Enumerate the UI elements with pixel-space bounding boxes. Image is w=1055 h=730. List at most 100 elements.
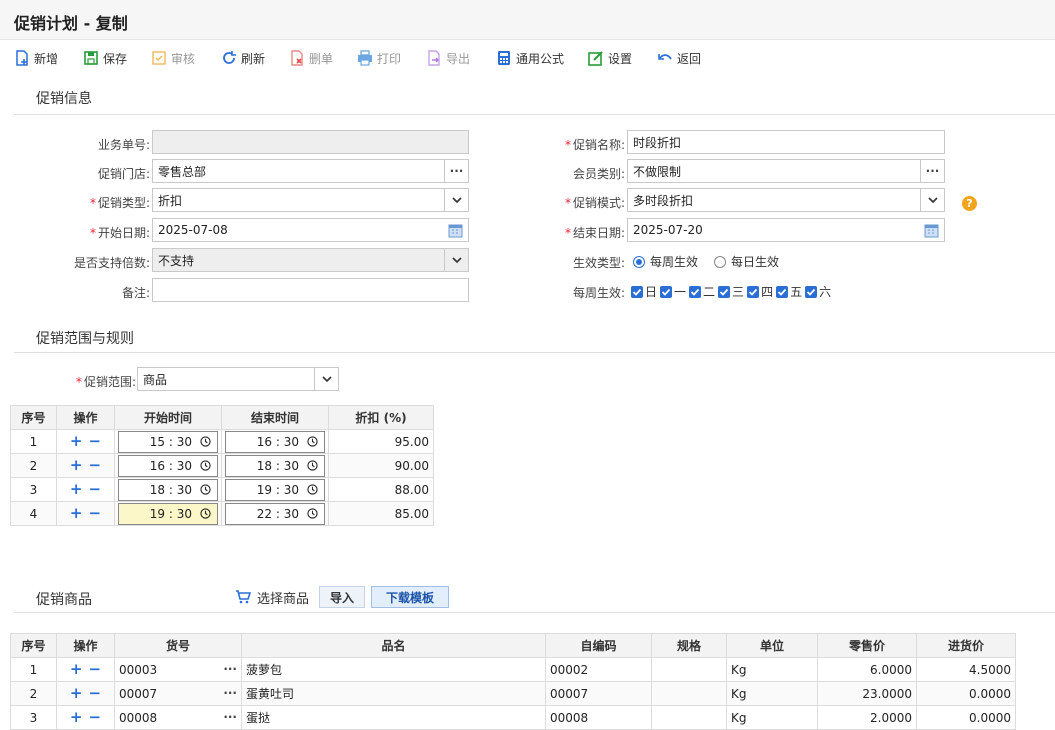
start-time-input[interactable]: 16 : 30 xyxy=(118,454,218,477)
add-row-icon[interactable]: + xyxy=(70,482,83,497)
goods-retail-price: 2.0000 xyxy=(817,705,917,730)
export-button[interactable]: 导出 xyxy=(426,47,470,69)
back-button[interactable]: 返回 xyxy=(657,47,701,69)
store-field[interactable]: 零售总部 ··· xyxy=(152,159,469,183)
add-row-icon[interactable]: + xyxy=(70,710,83,725)
type-dropdown-button[interactable] xyxy=(444,189,468,211)
import-button[interactable]: 导入 xyxy=(319,586,366,608)
weekday-checkbox[interactable] xyxy=(689,285,702,298)
end-date-field[interactable]: 2025-07-20 xyxy=(627,218,945,242)
calendar-icon[interactable] xyxy=(448,223,463,238)
member-picker-button[interactable]: ··· xyxy=(920,160,944,182)
store-picker-button[interactable]: ··· xyxy=(444,160,468,182)
clock-icon xyxy=(307,460,318,471)
column-header: 序号 xyxy=(10,633,57,658)
toolbar: 新增 保存 审核 刷新 删单 打印 导出 通用公式 设置 返回 xyxy=(0,44,1055,72)
goods-retail-price: 23.0000 xyxy=(817,681,917,706)
member-field[interactable]: 不做限制 ··· xyxy=(627,159,945,183)
doc-no-field[interactable] xyxy=(152,130,469,154)
start-time-input[interactable]: 19 : 30 xyxy=(118,502,218,525)
remove-row-icon[interactable]: − xyxy=(89,662,102,677)
delete-button[interactable]: 删单 xyxy=(289,47,333,69)
remove-row-icon[interactable]: − xyxy=(89,434,102,449)
remove-row-icon[interactable]: − xyxy=(89,458,102,473)
goods-cost-price: 0.0000 xyxy=(916,681,1016,706)
goods-actions: 选择商品 导入 下载模板 xyxy=(235,586,450,608)
end-time-input[interactable]: 16 : 30 xyxy=(225,430,325,453)
effect-weekly-radio[interactable] xyxy=(633,255,645,268)
row-index: 2 xyxy=(10,681,57,706)
goods-code-cell[interactable]: 00008 ··· xyxy=(114,705,242,730)
type-value: 折扣 xyxy=(158,193,183,208)
start-date-value: 2025-07-08 xyxy=(158,223,228,237)
goods-cost-price: 0.0000 xyxy=(916,705,1016,730)
goods-own-code: 00008 xyxy=(545,705,652,730)
remove-row-icon[interactable]: − xyxy=(89,686,102,701)
goods-row: 1 + −00003 ··· 菠萝包 00002 Kg 6.0000 4.5000 xyxy=(10,657,1016,682)
help-icon[interactable]: ? xyxy=(962,196,977,211)
save-button[interactable]: 保存 xyxy=(83,47,127,69)
type-select[interactable]: 折扣 xyxy=(152,188,469,212)
goods-code-cell[interactable]: 00007 ··· xyxy=(114,681,242,706)
goods-spec xyxy=(651,657,727,682)
mode-dropdown-button[interactable] xyxy=(920,189,944,211)
info-section-title: 促销信息 xyxy=(36,91,92,107)
remove-row-icon[interactable]: − xyxy=(89,506,102,521)
refresh-button[interactable]: 刷新 xyxy=(221,47,265,69)
weekday-checkbox[interactable] xyxy=(805,285,818,298)
add-row-icon[interactable]: + xyxy=(70,662,83,677)
select-goods-link[interactable]: 选择商品 xyxy=(257,588,309,607)
formula-button[interactable]: 通用公式 xyxy=(496,47,564,69)
row-index: 1 xyxy=(10,657,57,682)
scope-dropdown-button[interactable] xyxy=(314,368,338,390)
weekday-checkbox[interactable] xyxy=(747,285,760,298)
effect-daily-radio[interactable] xyxy=(714,255,727,268)
name-field[interactable]: 时段折扣 xyxy=(627,130,945,154)
weekday-checkbox[interactable] xyxy=(776,285,789,298)
ellipsis-icon[interactable]: ··· xyxy=(223,662,237,676)
print-button[interactable]: 打印 xyxy=(357,47,401,69)
add-row-icon[interactable]: + xyxy=(70,686,83,701)
weekday-checkbox[interactable] xyxy=(660,285,673,298)
add-row-icon[interactable]: + xyxy=(70,506,83,521)
add-row-icon[interactable]: + xyxy=(70,458,83,473)
goods-table: 序号 操作 货号 品名 自编码 规格 单位 零售价 进货价 1 + −00003 ··· 菠萝包 0000… xyxy=(10,633,1016,730)
discount-cell[interactable]: 88.00 xyxy=(328,477,434,502)
store-value: 零售总部 xyxy=(158,164,207,179)
settings-button[interactable]: 设置 xyxy=(588,47,632,69)
calendar-icon[interactable] xyxy=(924,223,939,238)
discount-cell[interactable]: 85.00 xyxy=(328,501,434,526)
weekday-checkbox[interactable] xyxy=(631,285,643,298)
weekday-checkbox[interactable] xyxy=(718,285,731,298)
row-ops: + − xyxy=(56,501,115,526)
add-button[interactable]: 新增 xyxy=(14,47,58,69)
clock-icon xyxy=(200,484,211,495)
refresh-icon xyxy=(223,51,236,64)
multiple-select[interactable]: 不支持 xyxy=(152,248,469,272)
end-time-input[interactable]: 19 : 30 xyxy=(225,478,325,501)
end-time-input[interactable]: 22 : 30 xyxy=(225,502,325,525)
download-template-button[interactable]: 下载模板 xyxy=(371,586,450,608)
start-time-input[interactable]: 15 : 30 xyxy=(118,430,218,453)
ellipsis-icon[interactable]: ··· xyxy=(223,686,237,700)
discount-cell[interactable]: 95.00 xyxy=(328,429,434,454)
audit-button[interactable]: 审核 xyxy=(151,47,195,69)
ellipsis-icon[interactable]: ··· xyxy=(223,710,237,724)
end-time-input[interactable]: 18 : 30 xyxy=(225,454,325,477)
remark-label: 备注: xyxy=(121,286,150,300)
discount-cell[interactable]: 90.00 xyxy=(328,453,434,478)
export-icon xyxy=(428,50,440,66)
scope-select[interactable]: 商品 xyxy=(137,367,339,391)
mode-select[interactable]: 多时段折扣 xyxy=(627,188,945,212)
start-time-input[interactable]: 18 : 30 xyxy=(118,478,218,501)
remove-row-icon[interactable]: − xyxy=(89,482,102,497)
printer-icon xyxy=(358,50,372,66)
start-date-field[interactable]: 2025-07-08 xyxy=(152,218,469,242)
multiple-dropdown-button[interactable] xyxy=(444,249,468,271)
weekday-item: 六 xyxy=(805,283,831,300)
remove-row-icon[interactable]: − xyxy=(89,710,102,725)
add-row-icon[interactable]: + xyxy=(70,434,83,449)
goods-code-cell[interactable]: 00003 ··· xyxy=(114,657,242,682)
clock-icon xyxy=(307,484,318,495)
remark-field[interactable] xyxy=(152,278,469,302)
